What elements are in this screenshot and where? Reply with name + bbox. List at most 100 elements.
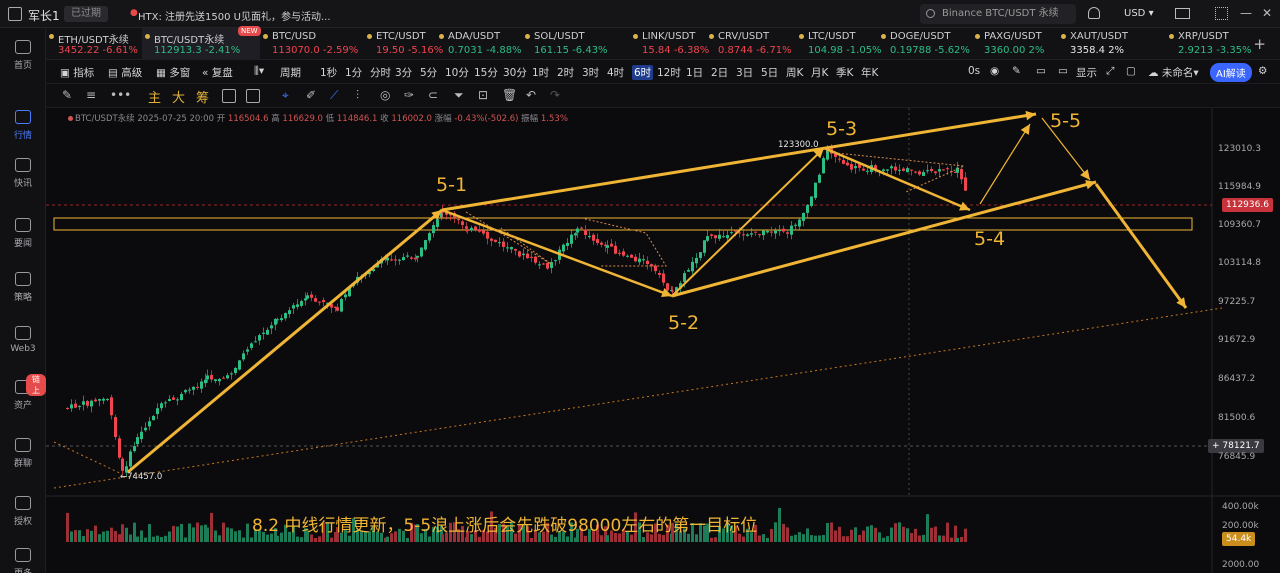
multi-window-button[interactable]: ▦ 多窗 (156, 65, 190, 80)
layers-icon[interactable]: ▭ (1058, 65, 1068, 77)
interval-14[interactable]: 1日 (686, 65, 703, 80)
sidebar-item-8[interactable]: 授权 (0, 496, 46, 527)
window-icon[interactable]: ▢ (1126, 65, 1136, 77)
bell-icon[interactable] (1088, 7, 1100, 19)
display-button[interactable]: 显示 (1076, 65, 1097, 80)
candle-body (514, 248, 517, 251)
trash-icon[interactable]: 🗑 (502, 88, 517, 102)
sidebar-item-9[interactable]: 更多 (0, 548, 46, 573)
edit-icon[interactable]: ✎ (1012, 65, 1021, 77)
ticker-item[interactable]: PAXG/USDT 3360.00 2% (972, 28, 1058, 60)
interval-8[interactable]: 1时 (532, 65, 549, 80)
ticker-item[interactable]: CRV/USDT 0.8744 -6.71% (706, 28, 796, 60)
layout-icon[interactable]: ▭ (1036, 65, 1046, 77)
ticker-item[interactable]: XAUT/USDT 3358.4 2% (1058, 28, 1166, 60)
ticker-item[interactable]: XRP/USDT 2.9213 -3.35% (1166, 28, 1276, 60)
interval-3[interactable]: 3分 (395, 65, 412, 80)
sidebar-item-5[interactable]: Web3 (0, 326, 46, 354)
brush-icon[interactable]: ✑ (404, 88, 414, 102)
eye-icon[interactable]: ◎ (380, 88, 390, 102)
unnamed-layout[interactable]: ☁ 未命名▾ (1148, 65, 1199, 80)
interval-11[interactable]: 4时 (607, 65, 624, 80)
interval-13[interactable]: 12时 (657, 65, 681, 80)
mail-icon[interactable] (1175, 8, 1190, 19)
ticker-item[interactable]: ETC/USDT 19.50 -5.16% (364, 28, 443, 60)
interval-20[interactable]: 季K (836, 65, 853, 80)
gold-tool-chip[interactable]: 筹 (196, 87, 209, 106)
ticker-item[interactable]: SOL/USDT 161.15 -6.43% (522, 28, 630, 60)
price-axis-tick: 91672.9 (1218, 335, 1256, 345)
sidebar-item-3[interactable]: 要闻 (0, 218, 46, 249)
candle-body (964, 177, 967, 191)
period-label[interactable]: 周期 (280, 65, 301, 80)
fullscreen-icon[interactable]: ⤢ (1106, 65, 1114, 78)
sidebar-item-0[interactable]: 首页 (0, 40, 46, 71)
interval-19[interactable]: 月K (811, 65, 828, 80)
interval-4[interactable]: 5分 (420, 65, 437, 80)
sidebar-item-1[interactable]: 行情 (0, 110, 46, 141)
redo-icon[interactable]: ↷ (550, 88, 560, 102)
ticker-item[interactable]: DOGE/USDT 0.19788 -5.62% (878, 28, 972, 60)
undo-icon[interactable]: ↶ (526, 88, 536, 102)
advanced-button[interactable]: ▤ 高级 (108, 65, 142, 80)
ticker-item[interactable]: BTC/USD 113070.0 -2.59% (260, 28, 364, 60)
pen-icon[interactable]: ✎ (62, 88, 72, 102)
apps-grid-icon[interactable] (1215, 7, 1228, 20)
ai-interpret-button[interactable]: AI解读 (1210, 63, 1252, 82)
interval-10[interactable]: 3时 (582, 65, 599, 80)
interval-12[interactable]: 6时 (632, 65, 654, 80)
camera-icon[interactable]: ◉ (990, 65, 999, 77)
interval-2[interactable]: 分时 (370, 65, 391, 80)
ticker-item[interactable]: ETH/USDT永续 3452.22 -6.61% (46, 28, 142, 60)
interval-6[interactable]: 15分 (474, 65, 498, 80)
volume-bar (102, 531, 105, 542)
gold-tool-big[interactable]: 大 (172, 87, 185, 106)
sidebar-item-6[interactable]: 链上 资产 (0, 374, 46, 411)
ticker-item[interactable]: BTC/USDT永续 112913.3 -2.41% NEW (142, 26, 261, 60)
sidebar-item-label: 要闻 (13, 239, 32, 249)
indicators-button[interactable]: ▣ 指标 (60, 65, 94, 80)
lock-icon[interactable]: ⊡ (478, 88, 488, 102)
interval-5[interactable]: 10分 (445, 65, 469, 80)
draw-line-tool-icon[interactable]: ⟋ (330, 88, 338, 103)
interval-16[interactable]: 3日 (736, 65, 753, 80)
interval-1[interactable]: 1分 (345, 65, 362, 80)
interval-21[interactable]: 年K (861, 65, 878, 80)
interval-15[interactable]: 2日 (711, 65, 728, 80)
user-avatar-icon[interactable] (8, 7, 22, 21)
username[interactable]: 军长1 (28, 7, 60, 24)
chart-canvas[interactable] (46, 108, 1280, 573)
tool-box-1-icon[interactable] (222, 89, 236, 103)
sidebar-item-4[interactable]: 策略 (0, 272, 46, 303)
crosshair-tool-icon[interactable]: ⌖ (282, 88, 289, 103)
sidebar-item-2[interactable]: 快讯 (0, 158, 46, 189)
minimize-icon[interactable]: — (1240, 6, 1252, 20)
interval-7[interactable]: 30分 (503, 65, 527, 80)
currency-select[interactable]: USD ▾ (1124, 8, 1154, 19)
filter-icon[interactable]: ⏷ (454, 88, 464, 103)
interval-9[interactable]: 2时 (557, 65, 574, 80)
fib-icon[interactable]: ⫶ (356, 88, 359, 103)
more-dots-icon[interactable]: ••• (110, 88, 131, 102)
price-chart[interactable]: BTC/USDT永续 2025-07-25 20:00 开 116504.6 高… (46, 108, 1280, 573)
notice-text[interactable]: HTX: 注册先送1500 U见面礼，参与活动... (138, 8, 331, 23)
tool-box-2-icon[interactable] (246, 89, 260, 103)
replay-button[interactable]: « 复盘 (202, 65, 233, 80)
settings-icon[interactable]: ⚙ (1258, 65, 1267, 77)
interval-17[interactable]: 5日 (761, 65, 778, 80)
close-icon[interactable]: ✕ (1262, 6, 1272, 20)
lines-icon[interactable]: ≡ (86, 88, 96, 102)
search-input[interactable]: Binance BTC/USDT 永续 (920, 4, 1076, 24)
gold-tool-main[interactable]: 主 (148, 87, 161, 106)
magnet-icon[interactable]: ⊂ (428, 88, 438, 102)
sidebar-item-7[interactable]: 群聊 (0, 438, 46, 469)
candle-body (288, 310, 291, 315)
volume-bar (242, 537, 245, 542)
ticker-item[interactable]: LTC/USDT 104.98 -1.05% (796, 28, 882, 60)
ticker-item[interactable]: LINK/USDT 15.84 -6.38% (630, 28, 709, 60)
ruler-icon[interactable]: ✐ (306, 88, 316, 102)
ticker-item[interactable]: ADA/USDT 0.7031 -4.88% (436, 28, 522, 60)
interval-0[interactable]: 1秒 (320, 65, 337, 80)
interval-18[interactable]: 周K (786, 65, 803, 80)
chart-type-icon[interactable]: ⫼▾ (254, 65, 264, 78)
